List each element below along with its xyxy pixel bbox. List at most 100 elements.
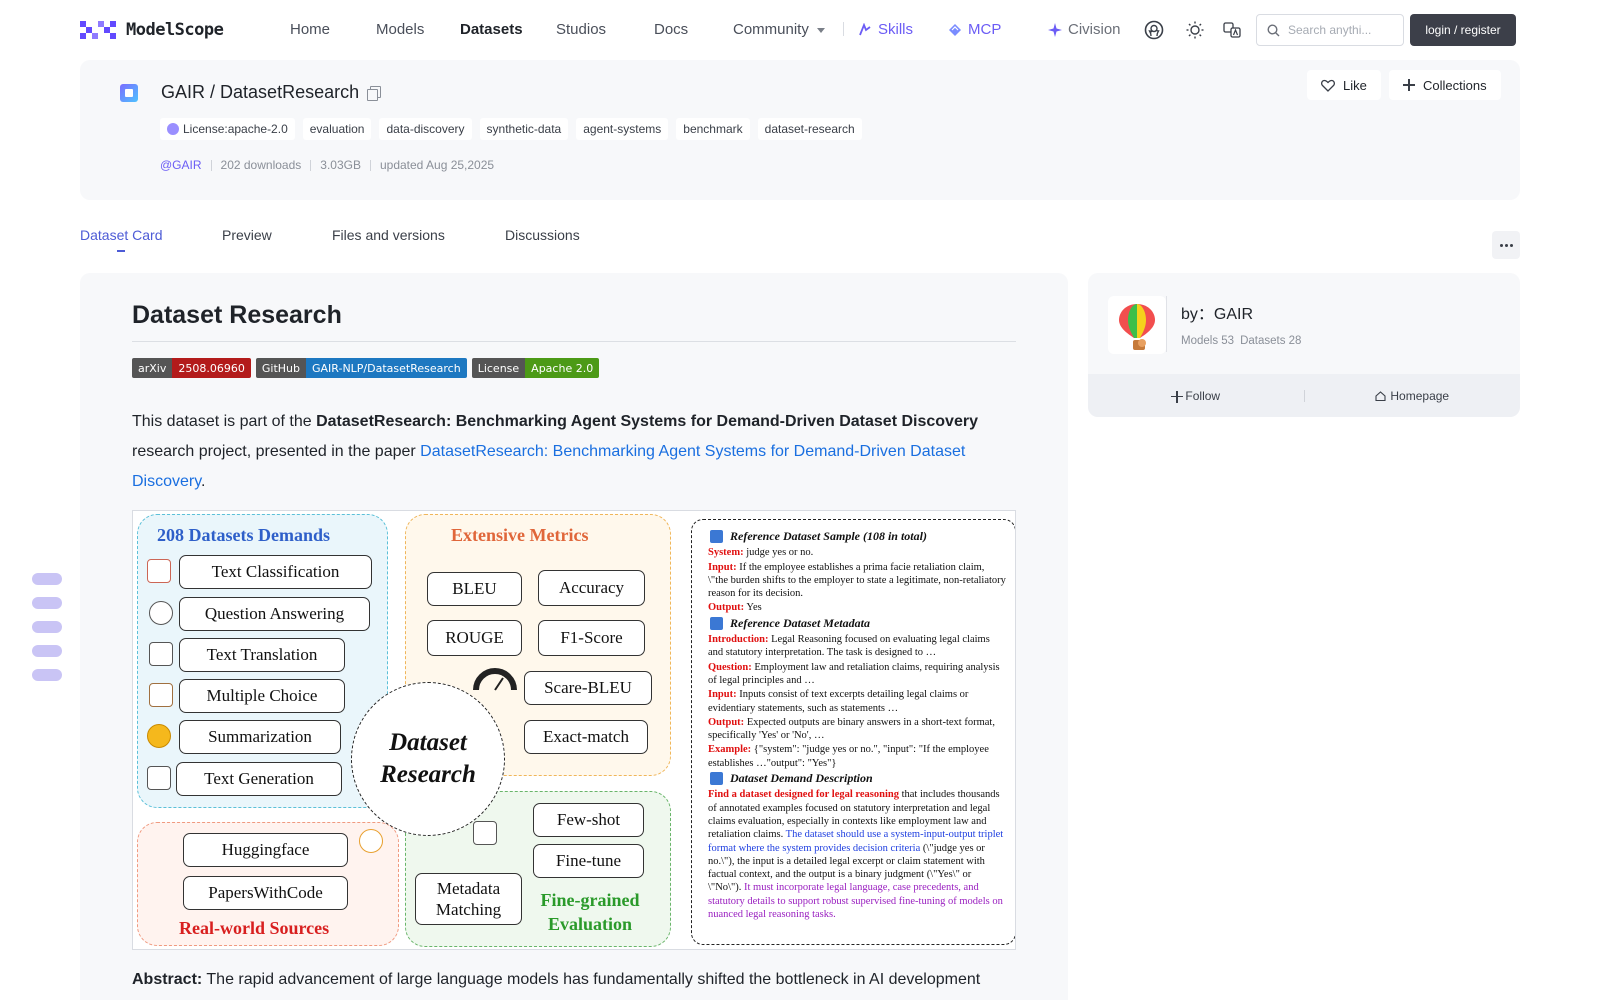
more-options-button[interactable]	[1492, 231, 1520, 259]
tag-item[interactable]: data-discovery	[379, 118, 472, 140]
toc-item[interactable]	[32, 669, 62, 681]
tag-item[interactable]: agent-systems	[576, 118, 669, 140]
nav-mcp-label: MCP	[968, 21, 1002, 38]
arxiv-badge[interactable]: arXiv 2508.06960	[132, 358, 251, 378]
search-box[interactable]	[1256, 14, 1404, 46]
datasets-count[interactable]: Datasets 28	[1240, 335, 1301, 347]
dataset-meta: @GAIR 202 downloads 3.03GB updated Aug 2…	[160, 158, 494, 172]
meta-divider	[210, 159, 212, 171]
repo-separator: /	[205, 82, 221, 102]
ref-line: Question: Employment law and retaliation…	[708, 661, 1007, 688]
ref-value: Inputs consist of text excerpts detailin…	[708, 689, 969, 714]
abstract-label: Abstract:	[132, 971, 203, 988]
follow-button[interactable]: Follow	[1088, 389, 1304, 403]
github-icon[interactable]	[1144, 20, 1164, 40]
reference-sample-title: Reference Dataset Sample (108 in total)	[710, 529, 1007, 544]
nav-skills[interactable]: Skills	[858, 21, 913, 38]
toc-item[interactable]	[32, 573, 62, 585]
metric-item: BLEU	[427, 572, 522, 606]
heart-icon	[1321, 79, 1335, 92]
home-icon	[1375, 390, 1386, 401]
evaluation-title-line: Evaluation	[547, 914, 633, 934]
toc-item[interactable]	[32, 597, 62, 609]
copy-icon[interactable]	[367, 85, 382, 101]
repo-owner[interactable]: GAIR	[161, 82, 205, 103]
hub-line: Dataset	[389, 729, 467, 756]
ref-key: Question:	[708, 661, 752, 673]
tag-license[interactable]: License:apache-2.0	[160, 118, 295, 140]
tag-item[interactable]: evaluation	[302, 118, 372, 140]
search-input[interactable]	[1288, 23, 1398, 37]
toc-item[interactable]	[32, 645, 62, 657]
owner-name[interactable]: by：GAIR	[1181, 300, 1253, 324]
title-divider	[132, 341, 1016, 342]
repo-title: GAIR / DatasetResearch	[161, 82, 382, 103]
ref-value: judge yes or no.	[743, 547, 814, 559]
collections-button[interactable]: Collections	[1389, 70, 1501, 100]
ref-line: Find a dataset designed for legal reason…	[708, 788, 1007, 921]
tag-item[interactable]: benchmark	[676, 118, 750, 140]
nav-divider	[843, 22, 844, 36]
ref-line: Introduction: Legal Reasoning focused on…	[708, 633, 1007, 660]
ref-value: Employment law and retaliation claims, r…	[708, 661, 1000, 686]
badge-label: GitHub	[255, 358, 306, 378]
badge-value: GAIR-NLP/DatasetResearch	[305, 358, 467, 378]
tab-dataset-card[interactable]: Dataset Card	[80, 227, 162, 243]
sources-title: Real-world Sources	[179, 918, 330, 938]
plus-icon	[1403, 79, 1415, 91]
nav-datasets[interactable]: Datasets	[460, 21, 523, 38]
nav-studios[interactable]: Studios	[556, 21, 606, 38]
nav-community[interactable]: Community	[733, 21, 825, 38]
demand-item: Summarization	[179, 720, 341, 754]
modelscope-logo[interactable]: ModelScope	[80, 19, 224, 41]
sparkle-icon	[1048, 22, 1062, 37]
dataset-research-hub: Dataset Research	[351, 682, 505, 836]
metric-item: Scare-BLEU	[524, 671, 652, 705]
nav-civision-label: Civision	[1068, 21, 1121, 38]
collections-label: Collections	[1423, 77, 1487, 93]
homepage-button[interactable]: Homepage	[1305, 389, 1521, 403]
nav-civision[interactable]: Civision	[1048, 21, 1121, 38]
sun-icon[interactable]	[1185, 20, 1205, 40]
logo-text: ModelScope	[126, 20, 224, 40]
login-register-button[interactable]: login / register	[1410, 14, 1516, 46]
demand-item: Text Classification	[179, 555, 372, 589]
intro-paragraph: This dataset is part of the DatasetResea…	[132, 407, 1016, 497]
tab-files-and-versions[interactable]: Files and versions	[332, 227, 445, 243]
ref-value: {"system": "judge yes or no.", "input": …	[708, 744, 989, 769]
models-count[interactable]: Models 53	[1181, 335, 1234, 347]
language-icon[interactable]	[1222, 20, 1242, 40]
meta-divider	[369, 159, 371, 171]
tab-preview[interactable]: Preview	[222, 227, 272, 243]
nav-home[interactable]: Home	[290, 21, 330, 38]
balloon-logo-icon	[1119, 304, 1155, 350]
hub-line: Research	[380, 761, 476, 788]
nav-models[interactable]: Models	[376, 21, 424, 38]
avatar[interactable]	[1108, 296, 1166, 354]
license-badge[interactable]: License Apache 2.0	[471, 358, 600, 378]
intro-end: .	[201, 473, 206, 490]
download-count: 202 downloads	[220, 158, 302, 172]
github-badge[interactable]: GitHub GAIR-NLP/DatasetResearch	[255, 358, 467, 378]
ref-line: Output: Yes	[708, 601, 1007, 614]
evaluation-item: Fine-tune	[533, 844, 644, 878]
intro-text: This dataset is part of the	[132, 413, 317, 430]
tag-item[interactable]: dataset-research	[757, 118, 862, 140]
toc-item[interactable]	[32, 621, 62, 633]
nav-mcp[interactable]: MCP	[948, 21, 1001, 38]
owner-handle-link[interactable]: @GAIR	[160, 158, 202, 172]
evaluation-title: Fine-grained Evaluation	[535, 888, 645, 936]
dataset-size: 3.03GB	[320, 158, 361, 172]
demands-title: 208 Datasets Demands	[157, 525, 330, 545]
tab-discussions[interactable]: Discussions	[505, 227, 580, 243]
nav-docs[interactable]: Docs	[654, 21, 688, 38]
ref-key: Input:	[708, 689, 737, 701]
summarization-icon	[147, 724, 171, 748]
translation-icon	[149, 642, 173, 666]
generation-icon	[147, 766, 171, 790]
tag-item[interactable]: synthetic-data	[479, 118, 569, 140]
like-button[interactable]: Like	[1307, 70, 1381, 100]
ref-key: Output:	[708, 716, 745, 728]
metric-item: ROUGE	[427, 620, 522, 656]
ref-key: Example:	[708, 744, 752, 756]
